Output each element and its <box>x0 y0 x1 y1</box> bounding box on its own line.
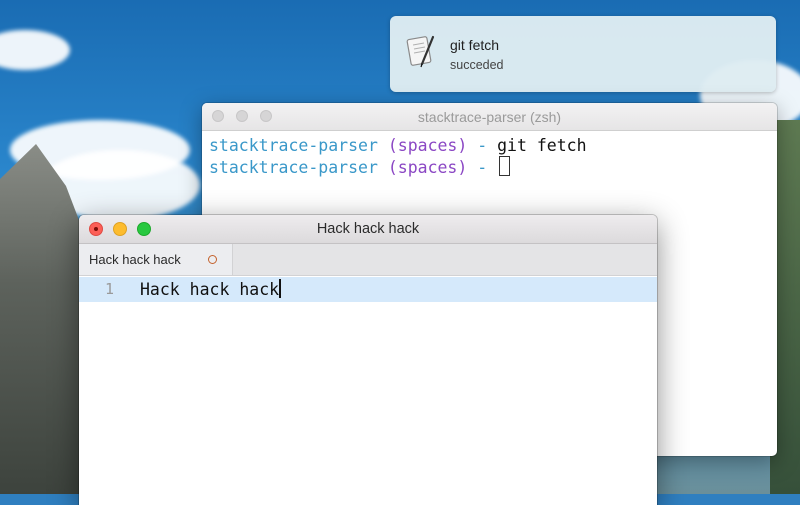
terminal-title: stacktrace-parser (zsh) <box>417 109 562 125</box>
terminal-line: stacktrace-parser (spaces) - <box>209 156 770 178</box>
prompt-separator: - <box>477 136 488 155</box>
text-caret <box>279 279 281 298</box>
line-text: Hack hack hack <box>140 280 280 299</box>
line-number: 1 <box>105 280 115 298</box>
tab-label: Hack hack hack <box>89 252 181 267</box>
terminal-output[interactable]: stacktrace-parser (spaces) - git fetch s… <box>202 131 777 182</box>
notification-title: git fetch <box>450 37 500 53</box>
terminal-command: git fetch <box>497 136 587 155</box>
tab-hack-hack-hack[interactable]: Hack hack hack <box>79 244 233 275</box>
notification-banner[interactable]: git fetch succeded <box>390 16 776 92</box>
line-content: Hack hack hack <box>140 279 281 299</box>
modified-indicator-icon[interactable] <box>208 255 217 264</box>
notification-subtitle: succeded <box>450 58 504 72</box>
terminal-line: stacktrace-parser (spaces) - git fetch <box>209 135 770 156</box>
editor-titlebar[interactable]: Hack hack hack <box>79 215 657 244</box>
prompt-separator: - <box>477 158 488 177</box>
tab-bar: Hack hack hack <box>79 244 657 276</box>
editor-title: Hack hack hack <box>316 221 420 237</box>
prompt-dir: stacktrace-parser <box>209 158 378 177</box>
editor-window[interactable]: Hack hack hack Hack hack hack 1 Hack hac… <box>79 215 657 505</box>
editor-line-current[interactable]: 1 Hack hack hack <box>79 277 657 302</box>
prompt-branch: (spaces) <box>387 158 468 177</box>
prompt-branch: (spaces) <box>387 136 468 155</box>
terminal-titlebar[interactable]: stacktrace-parser (zsh) <box>202 103 777 131</box>
cloud <box>0 30 70 70</box>
terminal-cursor <box>499 156 511 176</box>
prompt-dir: stacktrace-parser <box>209 136 378 155</box>
script-editor-icon <box>406 35 435 68</box>
